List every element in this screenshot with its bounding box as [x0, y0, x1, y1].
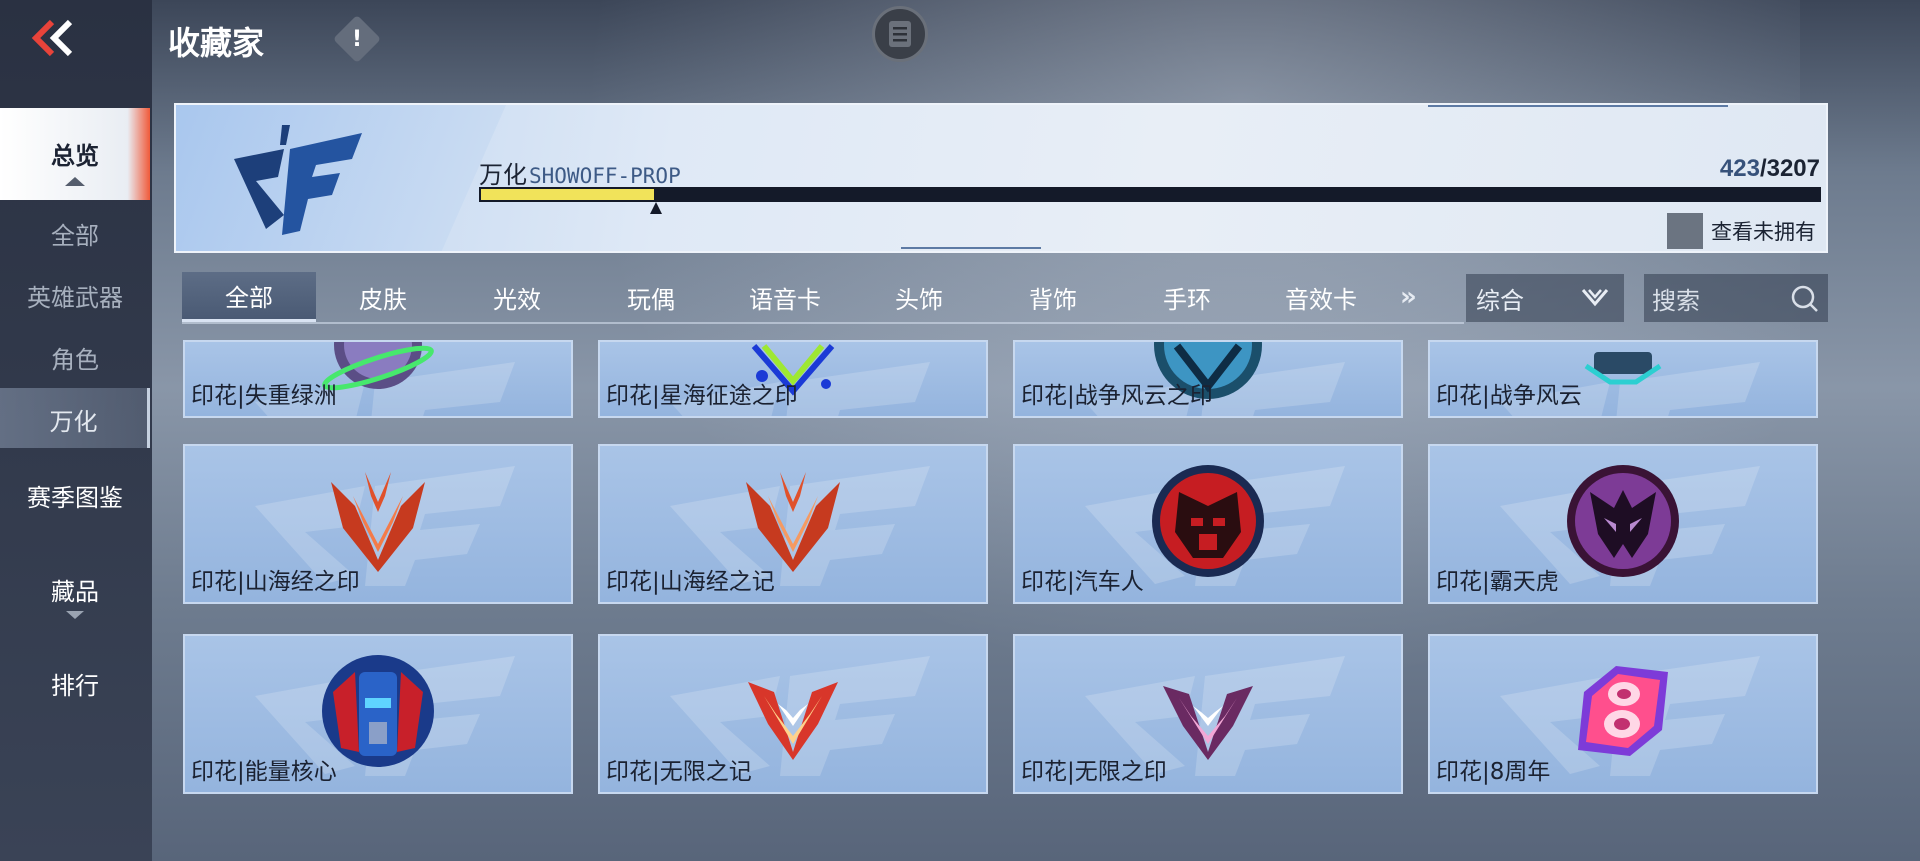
collection-name-cn: 万化 [479, 161, 527, 189]
collection-name: 万化SHOWOFF-PROP [479, 155, 681, 190]
sort-value: 综合 [1476, 286, 1524, 315]
sidebar-item-label: 赛季图鉴 [27, 484, 123, 512]
sidebar-item-label: 全部 [51, 222, 99, 250]
owned-count: 423 [1719, 155, 1760, 182]
tabbar-divider [182, 322, 1464, 324]
item-card[interactable]: 印花|山海经之记 [598, 444, 988, 604]
tab-all[interactable]: 全部 [182, 272, 316, 322]
item-card[interactable]: 印花|汽车人 [1013, 444, 1403, 604]
item-label: 印花|失重绿洲 [191, 383, 337, 409]
item-grid: 印花|失重绿洲 印花|星海征途之印 印花|战争风云之印 印花|战争风云 印花|山… [183, 340, 1819, 800]
menu-button[interactable] [872, 6, 928, 62]
chevron-down-icon [1581, 289, 1609, 307]
sidebar-item-label: 角色 [51, 346, 99, 374]
item-label: 印花|无限之记 [606, 759, 752, 785]
sidebar-item-character[interactable]: 角色 [0, 340, 150, 375]
item-card[interactable]: 印花|战争风云之印 [1013, 340, 1403, 418]
tab-voice-card[interactable]: 语音卡 [718, 272, 852, 322]
sidebar-item-label: 藏品 [51, 578, 99, 606]
checkbox[interactable] [1667, 213, 1703, 249]
item-card[interactable]: 印花|无限之记 [598, 634, 988, 794]
sidebar-item-label: 万化 [49, 408, 98, 436]
item-card[interactable]: 印花|无限之印 [1013, 634, 1403, 794]
item-card[interactable]: 印花|失重绿洲 [183, 340, 573, 418]
sidebar-item-collection[interactable]: 藏品 [0, 572, 150, 619]
decepticon-icon [1567, 465, 1679, 577]
item-label: 印花|星海征途之印 [606, 383, 798, 409]
category-tabs: 全部 皮肤 光效 玩偶 语音卡 头饰 背饰 手环 音效卡 » 综合 搜索 [182, 272, 1828, 324]
search-input[interactable]: 搜索 [1644, 274, 1828, 322]
page-title: 收藏家 [168, 24, 265, 62]
tab-label: 皮肤 [359, 285, 407, 314]
item-card[interactable]: 印花|霸天虎 [1428, 444, 1818, 604]
caret-down-icon [66, 611, 84, 619]
sidebar-item-label: 排行 [51, 672, 99, 700]
tab-label: 语音卡 [749, 285, 821, 314]
tab-skin[interactable]: 皮肤 [316, 272, 450, 322]
tab-label: 手环 [1163, 285, 1211, 314]
sidebar: 总览 全部 英雄武器 角色 万化 赛季图鉴 藏品 排行 [0, 0, 152, 861]
progress-marker-icon [650, 202, 662, 214]
sidebar-item-overview[interactable]: 总览 [0, 108, 150, 200]
collection-progress-bar [479, 187, 1821, 202]
sidebar-item-wanhua[interactable]: 万化 [0, 388, 150, 448]
banner-divider [901, 247, 1041, 249]
collection-banner: 万化SHOWOFF-PROP 423/3207 查看未拥有 [174, 103, 1828, 253]
tab-headwear[interactable]: 头饰 [852, 272, 986, 322]
total-count: /3207 [1759, 155, 1820, 182]
item-label: 印花|霸天虎 [1436, 569, 1559, 595]
collection-count: 423/3207 [1720, 155, 1820, 183]
show-unowned-toggle[interactable]: 查看未拥有 [1667, 213, 1816, 249]
info-button[interactable]: ! [332, 14, 382, 64]
item-label: 印花|山海经之记 [606, 569, 775, 595]
item-label: 印花|8周年 [1436, 759, 1551, 785]
tab-backwear[interactable]: 背饰 [986, 272, 1120, 322]
autobot-icon [1152, 465, 1264, 577]
sidebar-item-all[interactable]: 全部 [0, 216, 150, 251]
item-card[interactable]: 印花|山海经之印 [183, 444, 573, 604]
item-label: 印花|山海经之印 [191, 569, 360, 595]
tab-label: 头饰 [895, 285, 943, 314]
progress-fill [479, 187, 656, 202]
sidebar-item-season-codex[interactable]: 赛季图鉴 [0, 478, 150, 513]
search-icon[interactable] [1790, 284, 1820, 314]
list-icon [889, 21, 911, 47]
tab-label: 背饰 [1029, 285, 1077, 314]
tab-label: 音效卡 [1285, 285, 1357, 314]
tab-sound-card[interactable]: 音效卡 [1254, 272, 1388, 322]
item-label: 印花|无限之印 [1021, 759, 1167, 785]
eighth-anniversary-icon [1578, 666, 1668, 756]
tab-light-effect[interactable]: 光效 [450, 272, 584, 322]
sidebar-item-ranking[interactable]: 排行 [0, 666, 150, 701]
item-card[interactable]: 印花|星海征途之印 [598, 340, 988, 418]
tab-label: 光效 [493, 285, 541, 314]
info-icon: ! [351, 26, 363, 52]
tab-bracelet[interactable]: 手环 [1120, 272, 1254, 322]
back-button[interactable] [0, 0, 152, 76]
search-placeholder: 搜索 [1652, 286, 1700, 315]
more-tabs-icon[interactable]: » [1400, 282, 1417, 312]
sort-dropdown[interactable]: 综合 [1466, 274, 1624, 322]
banner-divider [1428, 105, 1728, 107]
back-chevron-icon [31, 19, 73, 57]
tab-doll[interactable]: 玩偶 [584, 272, 718, 322]
collection-name-en: SHOWOFF-PROP [529, 164, 681, 188]
item-label: 印花|战争风云 [1436, 383, 1582, 409]
item-card[interactable]: 印花|8周年 [1428, 634, 1818, 794]
item-label: 印花|战争风云之印 [1021, 383, 1213, 409]
caret-up-icon [65, 177, 85, 186]
sidebar-item-hero-weapons[interactable]: 英雄武器 [0, 278, 150, 313]
sidebar-item-label: 总览 [51, 142, 99, 170]
item-card[interactable]: 印花|战争风云 [1428, 340, 1818, 418]
item-label: 印花|汽车人 [1021, 569, 1144, 595]
sidebar-item-label: 英雄武器 [27, 284, 123, 312]
item-label: 印花|能量核心 [191, 759, 337, 785]
tab-label: 全部 [225, 284, 273, 312]
tab-label: 玩偶 [627, 285, 675, 314]
toggle-label: 查看未拥有 [1711, 220, 1816, 244]
cf-logo-icon [234, 125, 362, 235]
item-card[interactable]: 印花|能量核心 [183, 634, 573, 794]
